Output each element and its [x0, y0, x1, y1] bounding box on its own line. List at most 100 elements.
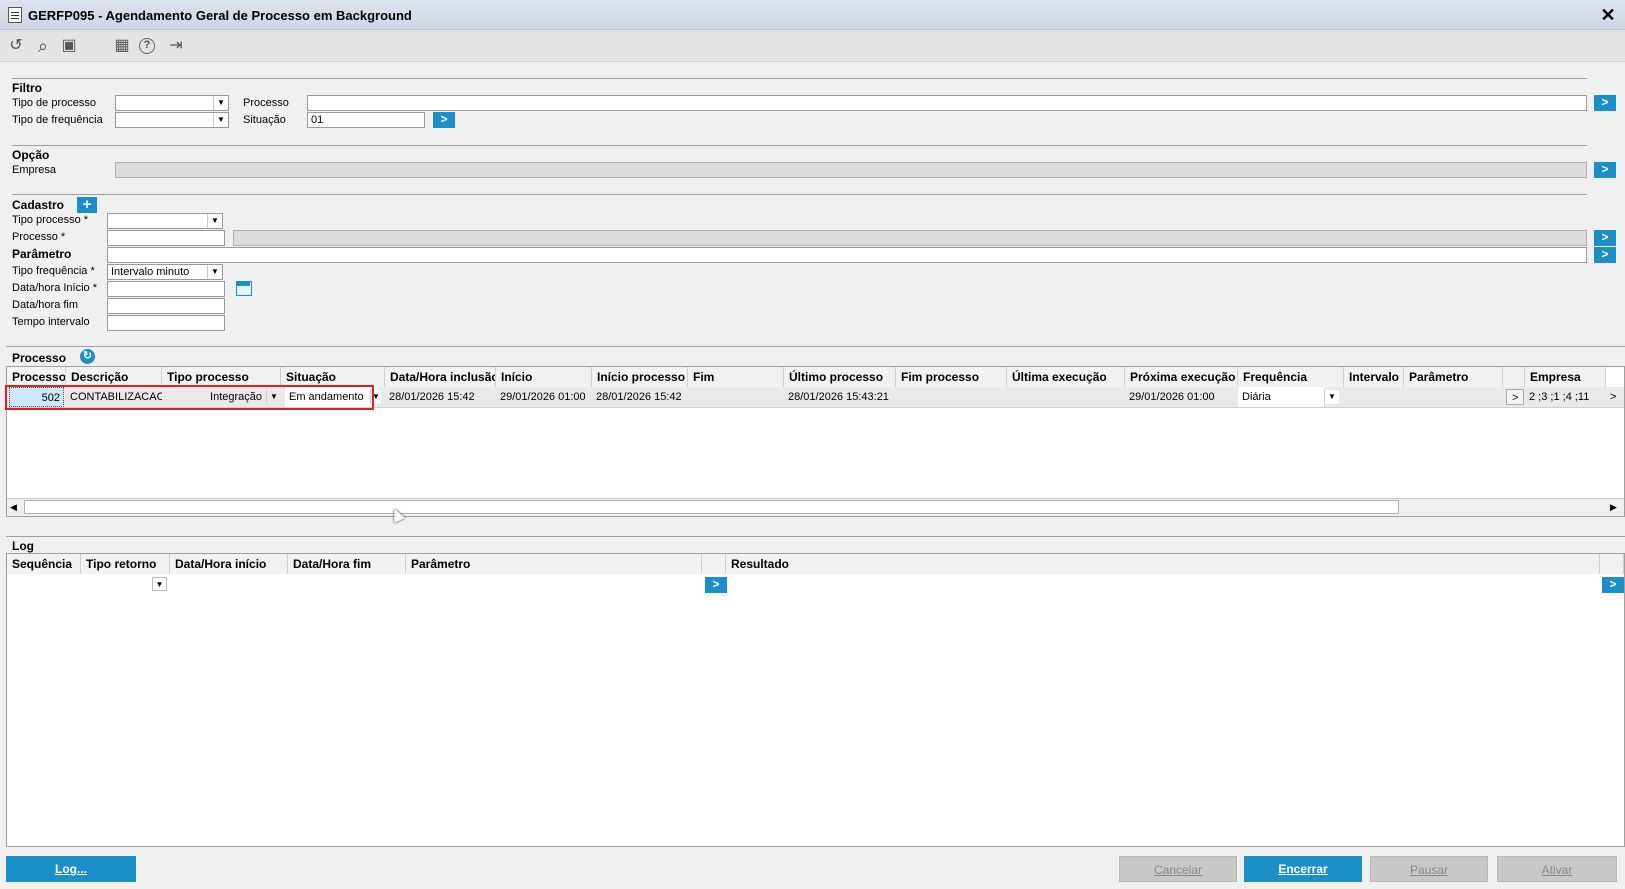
log-resultado-go-button[interactable]: > [1602, 577, 1624, 593]
go-button[interactable]: > [1594, 95, 1616, 111]
cad-parametro-input[interactable] [107, 247, 1587, 263]
cad-data-inicio-label: Data/hora Início * [12, 282, 97, 294]
col-header[interactable] [1503, 367, 1525, 387]
col-header[interactable] [702, 554, 726, 574]
col-header[interactable]: Data/Hora início [170, 554, 288, 574]
processo-label: Processo [243, 97, 289, 109]
add-icon[interactable]: + [77, 197, 97, 213]
col-header[interactable]: Situação [281, 367, 385, 387]
processo-grid-title: Processo [12, 351, 67, 365]
cad-data-fim-label: Data/hora fim [12, 299, 79, 311]
tipo-processo-combo[interactable]: ▼ [115, 95, 229, 111]
col-header[interactable]: Parâmetro [1404, 367, 1503, 387]
help-icon[interactable]: ? [139, 38, 155, 54]
cad-tempo-intervalo-input[interactable] [107, 315, 225, 331]
chevron-down-icon[interactable]: ▼ [213, 113, 228, 127]
calendar-icon[interactable] [236, 281, 252, 296]
situacao-input[interactable]: 01 [307, 112, 425, 128]
cad-processo-go-button[interactable]: > [1594, 230, 1616, 246]
cad-data-inicio-input[interactable] [107, 281, 225, 297]
empresa-go-button[interactable]: > [1594, 162, 1616, 178]
cad-tipo-frequencia-label: Tipo frequência * [12, 265, 95, 277]
cad-parametro-go-button[interactable]: > [1594, 247, 1616, 263]
col-header[interactable]: Tipo retorno [81, 554, 170, 574]
cell-data-inclusao[interactable]: 28/01/2026 15:42 [385, 387, 496, 407]
col-header[interactable]: Parâmetro [406, 554, 702, 574]
close-icon[interactable]: ✕ [1598, 5, 1618, 25]
cell-proxima-execucao[interactable]: 29/01/2026 01:00 [1125, 387, 1238, 407]
divider [6, 536, 1625, 537]
col-header[interactable]: Último processo [784, 367, 896, 387]
col-header[interactable]: Início [496, 367, 592, 387]
log-button[interactable]: Log... [6, 856, 136, 882]
cell-ultima-execucao[interactable] [1007, 387, 1125, 407]
chevron-down-icon[interactable]: ▼ [213, 96, 228, 110]
col-header[interactable]: Resultado [726, 554, 1600, 574]
col-header[interactable]: Processo [7, 367, 66, 387]
tipo-processo-label: Tipo de processo [12, 97, 96, 109]
pausar-button[interactable]: Pausar [1370, 856, 1488, 882]
selection-highlight [5, 385, 374, 410]
cad-processo-desc [233, 230, 1587, 246]
undo-icon[interactable]: ↺ [6, 36, 26, 56]
col-header[interactable]: Fim [688, 367, 784, 387]
col-header[interactable]: Data/Hora inclusão [385, 367, 496, 387]
chevron-down-icon[interactable]: ▼ [1324, 390, 1339, 404]
cell-empresa[interactable]: 2 ;3 ;1 ;4 ;11 [1525, 387, 1606, 407]
cell-inicio[interactable]: 29/01/2026 01:00 [496, 387, 592, 407]
chevron-down-icon[interactable]: ▼ [207, 214, 222, 228]
save-icon[interactable]: ▣ [59, 36, 79, 56]
ativar-label: Ativar [1541, 863, 1573, 877]
processo-filter-input[interactable] [307, 95, 1587, 111]
exit-icon[interactable]: ⇥ [166, 36, 186, 56]
col-header[interactable]: Intervalo [1344, 367, 1404, 387]
log-parametro-go-button[interactable]: > [705, 577, 727, 593]
chevron-down-icon[interactable]: ▼ [207, 265, 222, 279]
ativar-button[interactable]: Ativar [1497, 856, 1617, 882]
empresa-label: Empresa [12, 164, 57, 176]
table-row[interactable]: ▼ > > [7, 574, 1624, 595]
tipo-frequencia-label: Tipo de frequência [12, 114, 103, 126]
scroll-left-icon[interactable]: ◀ [10, 502, 17, 513]
calendar-icon[interactable]: ▦ [112, 36, 132, 56]
horizontal-scrollbar[interactable]: ◀ ▶ [7, 498, 1624, 516]
col-header[interactable]: Frequência [1238, 367, 1344, 387]
col-header[interactable]: Empresa [1525, 367, 1606, 387]
col-header[interactable]: Fim processo [896, 367, 1007, 387]
encerrar-button[interactable]: Encerrar [1244, 856, 1362, 882]
cad-tipo-frequencia-combo[interactable]: Intervalo minuto ▼ [107, 264, 223, 280]
chevron-down-icon[interactable]: ▼ [152, 577, 167, 591]
divider [12, 145, 1587, 146]
search-icon[interactable]: ⌕ [33, 36, 53, 56]
col-header[interactable]: Última execução [1007, 367, 1125, 387]
col-header[interactable]: Data/Hora fim [288, 554, 406, 574]
cell-inicio-processo[interactable]: 28/01/2026 15:42 [592, 387, 688, 407]
col-header[interactable]: Próxima execução [1125, 367, 1238, 387]
empresa-more-button[interactable]: > [1606, 387, 1624, 407]
col-header[interactable]: Tipo processo [162, 367, 281, 387]
cadastro-title: Cadastro [12, 198, 65, 212]
cell-intervalo[interactable] [1344, 387, 1404, 407]
cell-fim[interactable] [688, 387, 784, 407]
cancelar-button[interactable]: Cancelar [1119, 856, 1237, 882]
cad-data-fim-input[interactable] [107, 298, 225, 314]
scroll-right-icon[interactable]: ▶ [1610, 502, 1617, 513]
cad-parametro-label: Parâmetro [12, 247, 72, 261]
refresh-icon[interactable]: ↻ [80, 349, 95, 364]
cell-fim-processo[interactable] [896, 387, 1007, 407]
log-button-label: Log... [55, 862, 87, 876]
parametro-button[interactable]: > [1506, 389, 1524, 405]
cad-tipo-frequencia-value: Intervalo minuto [111, 266, 190, 278]
divider [6, 346, 1625, 347]
col-header[interactable]: Início processo [592, 367, 688, 387]
scrollbar-thumb[interactable] [24, 500, 1399, 514]
col-header[interactable]: Descrição [66, 367, 162, 387]
cell-frequencia[interactable]: Diária [1238, 387, 1324, 407]
col-header[interactable]: Sequência [7, 554, 81, 574]
tipo-frequencia-combo[interactable]: ▼ [115, 112, 229, 128]
situacao-go-button[interactable]: > [433, 112, 455, 128]
cad-processo-input[interactable] [107, 230, 225, 246]
cell-parametro[interactable] [1404, 387, 1503, 407]
cell-ultimo-processo[interactable]: 28/01/2026 15:43:21 [784, 387, 896, 407]
cad-tipo-processo-combo[interactable]: ▼ [107, 213, 223, 229]
